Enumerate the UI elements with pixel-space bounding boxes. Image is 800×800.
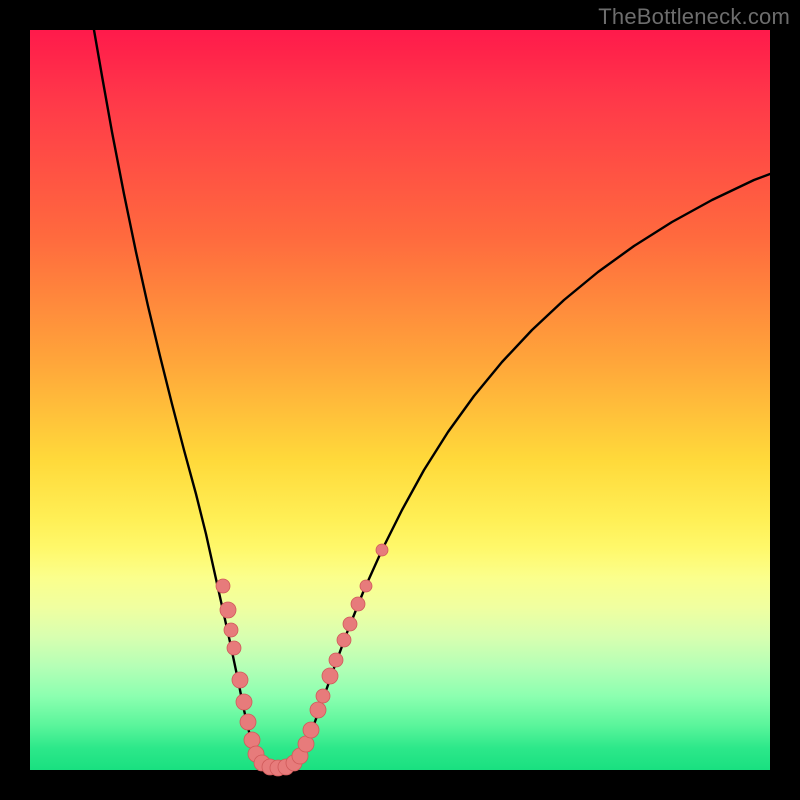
data-markers <box>216 544 388 776</box>
data-marker <box>351 597 365 611</box>
data-marker <box>343 617 357 631</box>
watermark-text: TheBottleneck.com <box>598 4 790 30</box>
data-marker <box>298 736 314 752</box>
data-marker <box>236 694 252 710</box>
chart-frame: TheBottleneck.com <box>0 0 800 800</box>
data-marker <box>244 732 260 748</box>
bottleneck-curve <box>94 30 770 769</box>
data-marker <box>322 668 338 684</box>
plot-area <box>30 30 770 770</box>
data-marker <box>220 602 236 618</box>
data-marker <box>240 714 256 730</box>
data-marker <box>310 702 326 718</box>
data-marker <box>303 722 319 738</box>
data-marker <box>216 579 230 593</box>
data-marker <box>337 633 351 647</box>
data-marker <box>329 653 343 667</box>
data-marker <box>227 641 241 655</box>
chart-svg <box>30 30 770 770</box>
data-marker <box>316 689 330 703</box>
data-marker <box>232 672 248 688</box>
data-marker <box>224 623 238 637</box>
data-marker <box>360 580 372 592</box>
data-marker <box>376 544 388 556</box>
